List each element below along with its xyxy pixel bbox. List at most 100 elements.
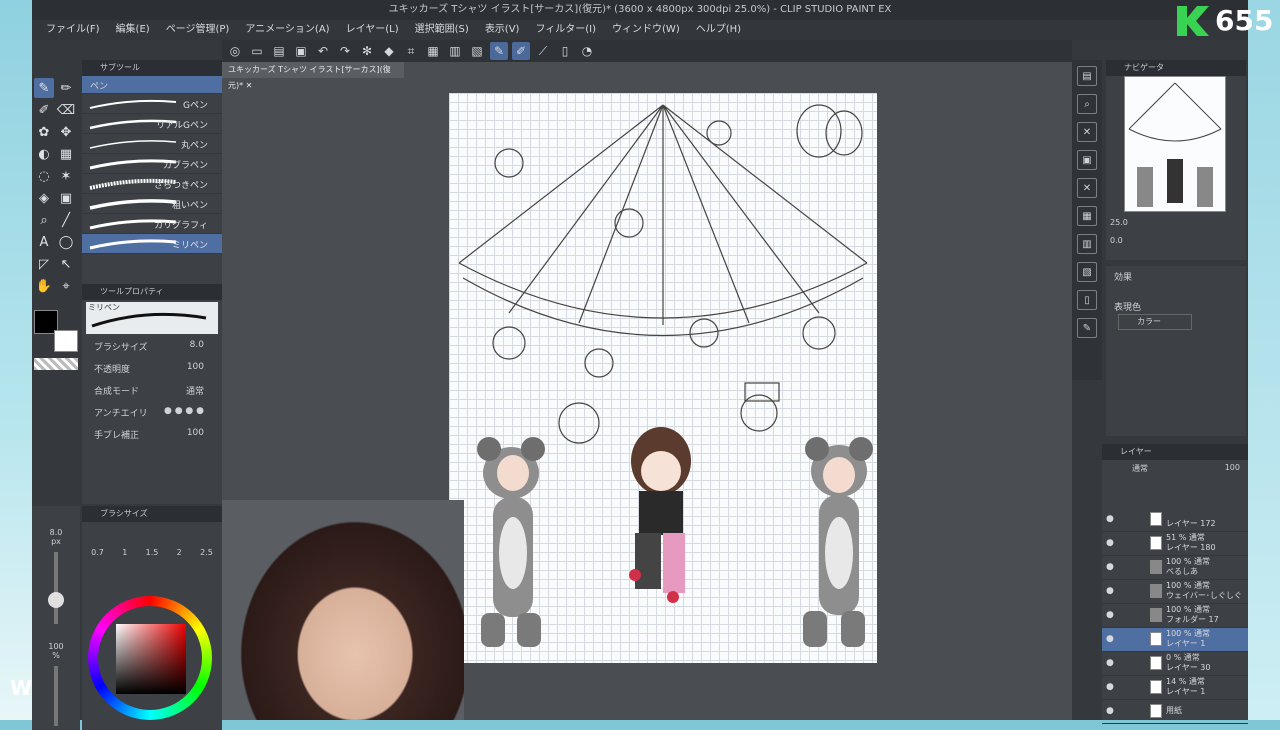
transparent-color-swatch[interactable]	[34, 358, 78, 370]
layer-row[interactable]: ● 100 % 通常 ウェイバー･しぐしぐ	[1102, 580, 1248, 604]
menu-animation[interactable]: アニメーション(A)	[237, 20, 337, 40]
rotation-value[interactable]: 0.0	[1110, 236, 1123, 245]
layer-row[interactable]: ● 用紙	[1102, 700, 1248, 724]
sub-color-swatch[interactable]	[54, 330, 78, 352]
subtool-item[interactable]: カブラペン	[82, 154, 222, 174]
layer-opacity[interactable]: 100	[1225, 463, 1240, 472]
subtool-item[interactable]: リアルGペン	[82, 114, 222, 134]
clip-studio-icon[interactable]: ◎	[226, 42, 244, 60]
auto-select-icon[interactable]: ✶	[56, 166, 76, 186]
canvas-paper[interactable]	[449, 93, 877, 663]
opacity-row[interactable]: 不透明度 100	[82, 358, 222, 380]
menu-selection[interactable]: 選択範囲(S)	[407, 20, 477, 40]
document-icon[interactable]: ▯	[556, 42, 574, 60]
grid-snap-icon[interactable]: ▧	[468, 42, 486, 60]
subtool-item[interactable]: 丸ペン	[82, 134, 222, 154]
document-tab[interactable]: ユキッカーズ Tシャツ イラスト[サーカス](復元)* ✕	[222, 62, 404, 90]
move-tool-icon[interactable]: ✥	[56, 122, 76, 142]
history-icon[interactable]: ▥	[1077, 234, 1097, 254]
subtool-item[interactable]: 粗いペン	[82, 194, 222, 214]
subtool-item-selected[interactable]: ミリペン	[82, 234, 222, 254]
undo-icon[interactable]: ↶	[314, 42, 332, 60]
hand-tool-icon[interactable]: ✋	[34, 276, 54, 296]
layer-row[interactable]: ● 100 % 通常 フォルダー 17	[1102, 604, 1248, 628]
ruler-snap-icon[interactable]: ▥	[446, 42, 464, 60]
busy-icon[interactable]: ✻	[358, 42, 376, 60]
line-icon[interactable]: ⟋	[534, 42, 552, 60]
document-icon[interactable]: ▯	[1077, 290, 1097, 310]
layer-row[interactable]: ● 51 % 通常 レイヤー 180	[1102, 532, 1248, 556]
subtool-item[interactable]: Gペン	[82, 94, 222, 114]
size-preset[interactable]: 1.5	[146, 548, 159, 557]
stabilization-row[interactable]: 手ブレ補正 100	[82, 424, 222, 446]
fill-tool-icon[interactable]: ◐	[34, 144, 54, 164]
menu-page[interactable]: ページ管理(P)	[158, 20, 238, 40]
color-picker-icon[interactable]: ⌖	[56, 276, 76, 296]
subtool-item[interactable]: ざらつきペン	[82, 174, 222, 194]
material-icon[interactable]: ▤	[1077, 66, 1097, 86]
gradient-tool-icon[interactable]: ▣	[56, 188, 76, 208]
menu-file[interactable]: ファイル(F)	[38, 20, 108, 40]
redo-icon[interactable]: ↷	[336, 42, 354, 60]
open-file-icon[interactable]: ▤	[270, 42, 288, 60]
layer-property-icon[interactable]: ▣	[1077, 150, 1097, 170]
menu-window[interactable]: ウィンドウ(W)	[604, 20, 688, 40]
expression-color-select[interactable]: カラー	[1118, 314, 1192, 330]
search-icon[interactable]: ⌕	[1077, 94, 1097, 114]
snap-icon[interactable]: ▦	[424, 42, 442, 60]
menu-edit[interactable]: 編集(E)	[108, 20, 158, 40]
subtool-group-pen[interactable]: ペン	[82, 76, 222, 94]
layer-row[interactable]: ● 14 % 通常 レイヤー 1	[1102, 676, 1248, 700]
brush-opacity-slider[interactable]	[54, 666, 58, 726]
pen-pressure-icon[interactable]: ✐	[512, 42, 530, 60]
object-tool-icon[interactable]: ↖	[56, 254, 76, 274]
decoration-tool-icon[interactable]: ✿	[34, 122, 54, 142]
window-title: ユキッカーズ Tシャツ イラスト[サーカス](復元)* (3600 x 4800…	[32, 0, 1248, 20]
pen-tool-icon[interactable]: ✎	[34, 78, 54, 98]
figure-tool-icon[interactable]: ╱	[56, 210, 76, 230]
image-icon[interactable]: ▧	[1077, 262, 1097, 282]
menu-help[interactable]: ヘルプ(H)	[688, 20, 749, 40]
zoom-value[interactable]: 25.0	[1110, 218, 1128, 227]
layer-row[interactable]: ● 100 % 通常 べるしあ	[1102, 556, 1248, 580]
transform-icon[interactable]: ⌗	[402, 42, 420, 60]
size-preset[interactable]: 1	[122, 548, 127, 557]
layer-row[interactable]: ● レイヤー 172	[1102, 508, 1248, 532]
share-icon[interactable]: ◔	[578, 42, 596, 60]
frame-tool-icon[interactable]: ◸	[34, 254, 54, 274]
lasso-tool-icon[interactable]: ◌	[34, 166, 54, 186]
close-icon[interactable]: ✕	[1077, 122, 1097, 142]
text-tool-icon[interactable]: A	[34, 232, 54, 252]
eyedrop-tool-icon[interactable]: ⌕	[34, 210, 54, 230]
edit-icon[interactable]: ✎	[1077, 318, 1097, 338]
pencil-tool-icon[interactable]: ✏	[56, 78, 76, 98]
layer-row[interactable]: ● 0 % 通常 レイヤー 30	[1102, 652, 1248, 676]
close-icon[interactable]: ✕	[1077, 178, 1097, 198]
size-preset[interactable]: 2	[177, 548, 182, 557]
save-icon[interactable]: ▣	[292, 42, 310, 60]
saturation-value-square[interactable]	[116, 624, 186, 694]
size-preset[interactable]: 0.7	[91, 548, 104, 557]
brush-tool-icon[interactable]: ✐	[34, 100, 54, 120]
menu-view[interactable]: 表示(V)	[477, 20, 528, 40]
eraser-tool-icon[interactable]: ⌫	[56, 100, 76, 120]
size-preset[interactable]: 2.5	[200, 548, 213, 557]
brush-size-row[interactable]: ブラシサイズ 8.0	[82, 336, 222, 358]
layer-row-selected[interactable]: ● 100 % 通常 レイヤー 1	[1102, 628, 1248, 652]
blend-tool-icon[interactable]: ◈	[34, 188, 54, 208]
subtool-item[interactable]: カリグラフィ	[82, 214, 222, 234]
layer-blend-mode[interactable]: 通常	[1132, 463, 1148, 474]
grid-tool-icon[interactable]: ▦	[56, 144, 76, 164]
balloon-tool-icon[interactable]: ◯	[56, 232, 76, 252]
blend-mode-row[interactable]: 合成モード 通常	[82, 380, 222, 402]
antialias-row[interactable]: アンチエイリ ● ● ● ●	[82, 402, 222, 424]
grid-icon[interactable]: ▦	[1077, 206, 1097, 226]
new-file-icon[interactable]: ▭	[248, 42, 266, 60]
brush-size-slider[interactable]	[54, 552, 58, 624]
brush-size-slider-thumb[interactable]	[48, 592, 64, 608]
menu-filter[interactable]: フィルター(I)	[527, 20, 604, 40]
navigator-thumbnail[interactable]	[1124, 76, 1226, 212]
pen-mode-icon[interactable]: ✎	[490, 42, 508, 60]
menu-layer[interactable]: レイヤー(L)	[338, 20, 407, 40]
fill-icon[interactable]: ◆	[380, 42, 398, 60]
